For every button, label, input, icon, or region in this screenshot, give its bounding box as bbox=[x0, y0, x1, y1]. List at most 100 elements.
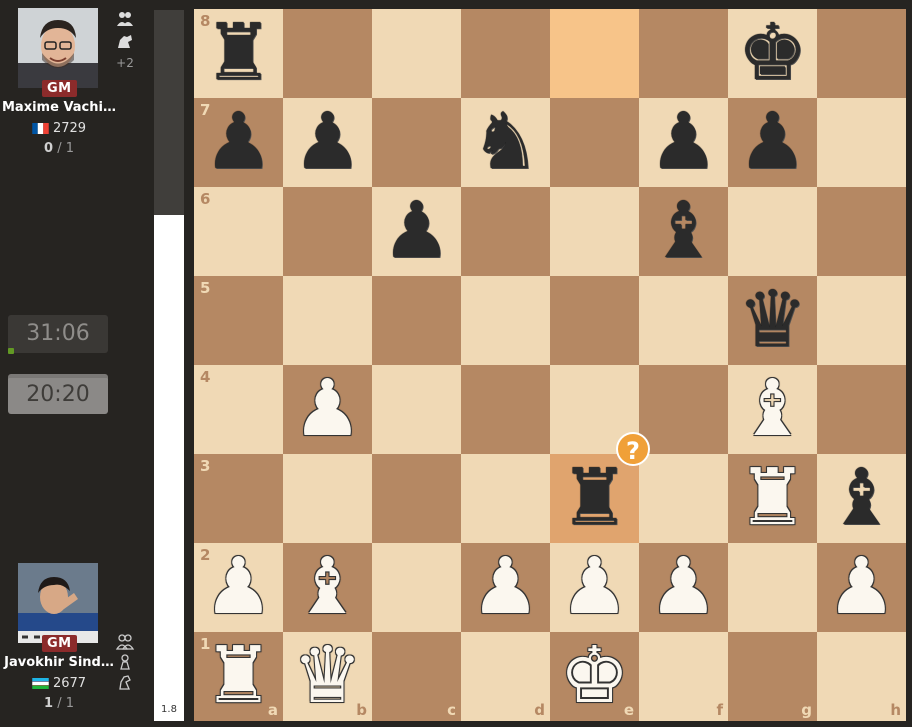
black-queen-piece[interactable]: ♛ bbox=[728, 276, 817, 365]
black-pawn-piece[interactable]: ♟ bbox=[283, 98, 372, 187]
square-d2[interactable]: ♟ bbox=[461, 543, 550, 632]
square-d1[interactable]: d bbox=[461, 632, 550, 721]
black-bishop-piece[interactable]: ♝ bbox=[639, 187, 728, 276]
pawn-icon[interactable] bbox=[115, 653, 135, 671]
square-e2[interactable]: ♟ bbox=[550, 543, 639, 632]
square-e1[interactable]: e ♚ bbox=[550, 632, 639, 721]
white-king-piece[interactable]: ♚ bbox=[550, 632, 639, 721]
square-c5[interactable] bbox=[372, 276, 461, 365]
square-e7[interactable] bbox=[550, 98, 639, 187]
square-c2[interactable] bbox=[372, 543, 461, 632]
square-g6[interactable] bbox=[728, 187, 817, 276]
square-g4[interactable]: ♝ bbox=[728, 365, 817, 454]
white-pawn-piece[interactable]: ♟ bbox=[550, 543, 639, 632]
square-h8[interactable] bbox=[817, 9, 906, 98]
square-a7[interactable]: 7 ♟ bbox=[194, 98, 283, 187]
square-b6[interactable] bbox=[283, 187, 372, 276]
square-h3[interactable]: ♝ bbox=[817, 454, 906, 543]
square-a4[interactable]: 4 bbox=[194, 365, 283, 454]
square-f6[interactable]: ♝ bbox=[639, 187, 728, 276]
players-icon[interactable] bbox=[115, 10, 135, 28]
square-c8[interactable] bbox=[372, 9, 461, 98]
square-h7[interactable] bbox=[817, 98, 906, 187]
top-player-card[interactable]: GM Maxime Vachi… 2729 0 / 1 bbox=[0, 8, 118, 156]
horse-icon[interactable] bbox=[115, 32, 135, 50]
square-g2[interactable] bbox=[728, 543, 817, 632]
square-e6[interactable] bbox=[550, 187, 639, 276]
white-pawn-piece[interactable]: ♟ bbox=[639, 543, 728, 632]
black-pawn-piece[interactable]: ♟ bbox=[194, 98, 283, 187]
square-d8[interactable] bbox=[461, 9, 550, 98]
black-rook-piece[interactable]: ♜ bbox=[194, 9, 283, 98]
player-name[interactable]: Maxime Vachi… bbox=[2, 100, 116, 115]
square-f4[interactable] bbox=[639, 365, 728, 454]
black-bishop-piece[interactable]: ♝ bbox=[817, 454, 906, 543]
white-pawn-piece[interactable]: ♟ bbox=[194, 543, 283, 632]
chess-board[interactable]: 8 ♜ ♚ 7 ♟ ♟ ♞ ♟ ♟ 6 ♟ ♝ 5 ♛ 4 ♟ ♝ 3 ♜ ♜ ♝ 2 ♟ ♝ ♟ ♟ ♟ ♟ 1 a ♜ b ♛ c d e ♚ f g h bbox=[194, 9, 906, 721]
square-a1[interactable]: 1 a ♜ bbox=[194, 632, 283, 721]
square-a6[interactable]: 6 bbox=[194, 187, 283, 276]
white-pawn-piece[interactable]: ♟ bbox=[283, 365, 372, 454]
square-b4[interactable]: ♟ bbox=[283, 365, 372, 454]
players-icon[interactable] bbox=[115, 633, 135, 651]
square-c7[interactable] bbox=[372, 98, 461, 187]
square-e5[interactable] bbox=[550, 276, 639, 365]
square-h6[interactable] bbox=[817, 187, 906, 276]
bottom-player-card[interactable]: GM Javokhir Sind… 2677 1 / 1 bbox=[0, 563, 118, 711]
square-c4[interactable] bbox=[372, 365, 461, 454]
square-e8[interactable] bbox=[550, 9, 639, 98]
white-rook-piece[interactable]: ♜ bbox=[728, 454, 817, 543]
extra-count[interactable]: +2 bbox=[116, 56, 134, 70]
square-c6[interactable]: ♟ bbox=[372, 187, 461, 276]
square-h5[interactable] bbox=[817, 276, 906, 365]
avatar[interactable] bbox=[18, 563, 98, 643]
square-d4[interactable] bbox=[461, 365, 550, 454]
square-g3[interactable]: ♜ bbox=[728, 454, 817, 543]
black-pawn-piece[interactable]: ♟ bbox=[728, 98, 817, 187]
square-b2[interactable]: ♝ bbox=[283, 543, 372, 632]
white-pawn-piece[interactable]: ♟ bbox=[461, 543, 550, 632]
square-a5[interactable]: 5 bbox=[194, 276, 283, 365]
square-g1[interactable]: g bbox=[728, 632, 817, 721]
square-d3[interactable] bbox=[461, 454, 550, 543]
square-f3[interactable] bbox=[639, 454, 728, 543]
player-name[interactable]: Javokhir Sind… bbox=[2, 655, 116, 670]
white-pawn-piece[interactable]: ♟ bbox=[817, 543, 906, 632]
black-king-piece[interactable]: ♚ bbox=[728, 9, 817, 98]
square-h1[interactable]: h bbox=[817, 632, 906, 721]
white-queen-piece[interactable]: ♛ bbox=[283, 632, 372, 721]
square-g7[interactable]: ♟ bbox=[728, 98, 817, 187]
square-h2[interactable]: ♟ bbox=[817, 543, 906, 632]
square-d5[interactable] bbox=[461, 276, 550, 365]
square-c3[interactable] bbox=[372, 454, 461, 543]
square-d6[interactable] bbox=[461, 187, 550, 276]
square-f5[interactable] bbox=[639, 276, 728, 365]
square-a8[interactable]: 8 ♜ bbox=[194, 9, 283, 98]
square-a3[interactable]: 3 bbox=[194, 454, 283, 543]
square-b5[interactable] bbox=[283, 276, 372, 365]
white-bishop-piece[interactable]: ♝ bbox=[728, 365, 817, 454]
square-b8[interactable] bbox=[283, 9, 372, 98]
black-pawn-piece[interactable]: ♟ bbox=[639, 98, 728, 187]
square-b3[interactable] bbox=[283, 454, 372, 543]
square-e3[interactable]: ♜ bbox=[550, 454, 639, 543]
square-h4[interactable] bbox=[817, 365, 906, 454]
avatar[interactable] bbox=[18, 8, 98, 88]
square-f1[interactable]: f bbox=[639, 632, 728, 721]
black-pawn-piece[interactable]: ♟ bbox=[372, 187, 461, 276]
white-bishop-piece[interactable]: ♝ bbox=[283, 543, 372, 632]
square-b1[interactable]: b ♛ bbox=[283, 632, 372, 721]
square-g5[interactable]: ♛ bbox=[728, 276, 817, 365]
square-d7[interactable]: ♞ bbox=[461, 98, 550, 187]
black-rook-piece[interactable]: ♜ bbox=[550, 454, 639, 543]
square-g8[interactable]: ♚ bbox=[728, 9, 817, 98]
square-a2[interactable]: 2 ♟ bbox=[194, 543, 283, 632]
square-b7[interactable]: ♟ bbox=[283, 98, 372, 187]
square-c1[interactable]: c bbox=[372, 632, 461, 721]
square-f2[interactable]: ♟ bbox=[639, 543, 728, 632]
black-knight-piece[interactable]: ♞ bbox=[461, 98, 550, 187]
evaluation-bar[interactable]: 1.8 bbox=[154, 10, 184, 721]
square-f7[interactable]: ♟ bbox=[639, 98, 728, 187]
white-rook-piece[interactable]: ♜ bbox=[194, 632, 283, 721]
square-f8[interactable] bbox=[639, 9, 728, 98]
